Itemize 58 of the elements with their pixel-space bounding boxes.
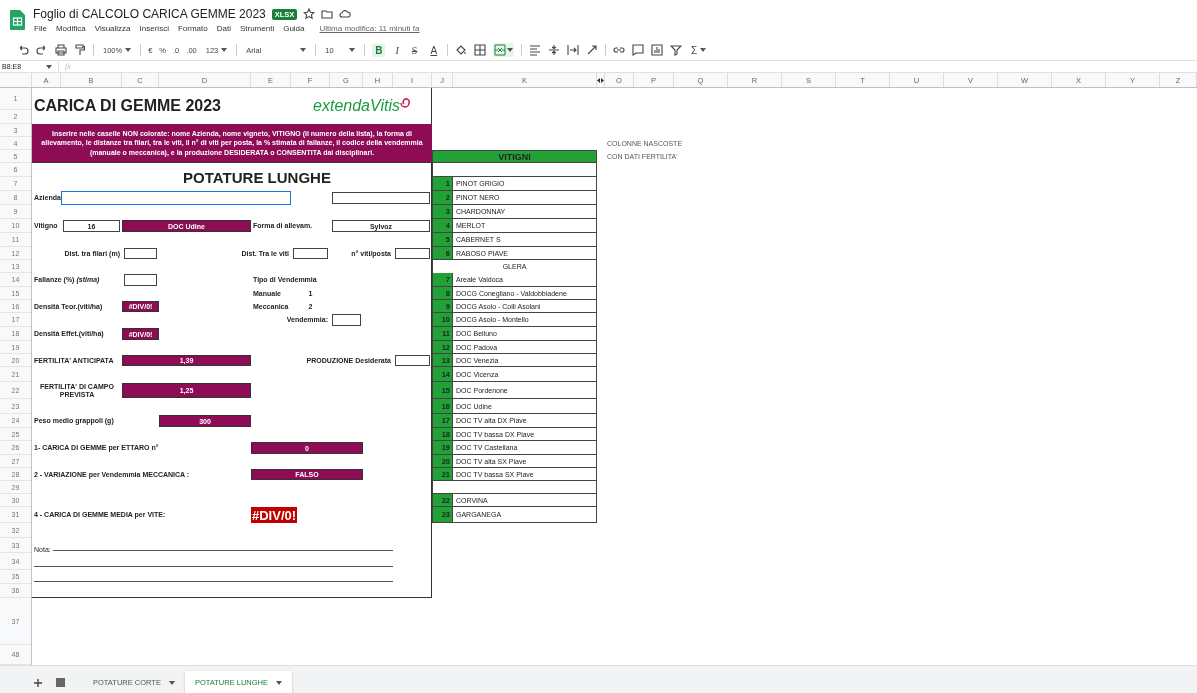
last-edit-link[interactable]: Ultima modifica: 11 minuti fa — [318, 24, 421, 33]
input-field[interactable] — [395, 355, 430, 366]
fill-color-icon[interactable] — [455, 44, 468, 56]
input-field[interactable] — [293, 248, 328, 259]
text-style-button[interactable]: B — [372, 43, 386, 57]
table-header: VITIGNI — [432, 150, 597, 163]
sheet-title: CARICA DI GEMME 2023 — [33, 97, 222, 115]
caret-icon — [700, 48, 707, 52]
menu-item[interactable]: Strumenti — [238, 24, 276, 33]
caret-icon — [349, 48, 356, 52]
section-heading: POTATURE LUNGHE — [183, 168, 331, 186]
hidden-columns-icon[interactable] — [597, 77, 604, 83]
merge-cells-button[interactable] — [493, 43, 515, 57]
caret-icon — [125, 48, 132, 52]
menu-item[interactable]: Dati — [215, 24, 232, 33]
star-icon[interactable] — [303, 8, 316, 20]
text-style-button[interactable]: S — [408, 43, 421, 57]
spreadsheet-logo-icon[interactable] — [10, 10, 25, 30]
redo-icon[interactable] — [36, 44, 48, 56]
cloud-icon[interactable] — [339, 8, 352, 20]
add-sheet-icon[interactable] — [32, 676, 44, 689]
text-wrap-icon[interactable] — [567, 44, 580, 56]
functions-dropdown[interactable]: Σ — [689, 43, 709, 57]
comment-icon[interactable] — [632, 44, 645, 56]
input-field[interactable] — [332, 314, 361, 326]
input-field[interactable] — [395, 248, 430, 259]
input-field[interactable] — [124, 274, 157, 286]
document-title[interactable]: Foglio di CALCOLO CARICA GEMME 2023 — [33, 7, 266, 21]
menu-item[interactable]: Formato — [176, 24, 209, 33]
menu-item[interactable]: Visualizza — [93, 24, 132, 33]
print-icon[interactable] — [55, 44, 67, 56]
link-icon[interactable] — [613, 44, 626, 56]
undo-icon[interactable] — [17, 44, 29, 56]
caret-icon — [221, 48, 228, 52]
folder-icon[interactable] — [321, 8, 334, 20]
menu-item[interactable]: Guida — [282, 24, 306, 33]
menu-item[interactable]: File — [33, 24, 48, 33]
input-field[interactable] — [332, 192, 430, 204]
filter-icon[interactable] — [670, 44, 683, 56]
text-style-button[interactable]: A — [427, 43, 441, 57]
menu-item[interactable]: Inserisci — [138, 24, 170, 33]
caret-icon — [507, 48, 514, 52]
text-style-button[interactable]: I — [392, 43, 402, 57]
input-field[interactable] — [124, 248, 157, 259]
borders-icon[interactable] — [474, 44, 487, 56]
caret-icon — [300, 48, 307, 52]
caret-icon — [168, 680, 175, 685]
align-icon[interactable] — [529, 44, 542, 56]
error-value: #DIV/0! — [251, 507, 298, 523]
menu-item[interactable]: Modifica — [54, 24, 87, 33]
text-rotate-icon[interactable] — [586, 44, 599, 56]
chart-icon[interactable] — [651, 44, 664, 56]
brand-logo: extendaVitis — [313, 97, 410, 115]
paint-format-icon[interactable] — [74, 44, 86, 56]
vertical-align-icon[interactable] — [548, 44, 561, 56]
input-field[interactable] — [61, 191, 291, 205]
caret-icon — [46, 64, 52, 69]
caret-icon — [276, 680, 282, 685]
